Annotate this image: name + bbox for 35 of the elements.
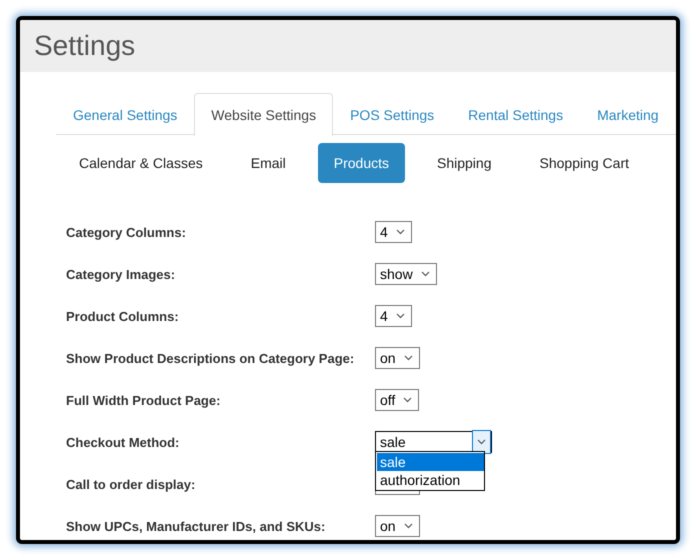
tab[interactable]: POS Settings bbox=[333, 93, 452, 135]
tab[interactable]: Website Settings bbox=[194, 93, 334, 136]
caret-icon bbox=[403, 397, 412, 403]
page-title: Settings bbox=[34, 30, 136, 62]
setting-label: Category Columns: bbox=[66, 224, 187, 240]
nav-pill[interactable]: Email bbox=[234, 143, 302, 183]
select-field[interactable]: on bbox=[375, 515, 420, 537]
nav-pill[interactable]: Shipping bbox=[421, 143, 508, 183]
setting-label: Full Width Product Page: bbox=[66, 392, 222, 408]
setting-label: Checkout Method: bbox=[66, 434, 180, 450]
dropdown-option[interactable]: sale bbox=[377, 453, 484, 471]
caret-icon bbox=[477, 439, 486, 445]
select-field[interactable]: 4 bbox=[375, 305, 412, 327]
setting-label: Product Columns: bbox=[66, 308, 180, 324]
nav-pill[interactable]: Calendar & Classes bbox=[63, 143, 219, 183]
tab[interactable]: Rental Settings bbox=[451, 93, 580, 135]
select-field[interactable]: on bbox=[375, 347, 420, 369]
tab[interactable]: Marketing bbox=[580, 93, 676, 135]
setting-label: Show UPCs, Manufacturer IDs, and SKUs: bbox=[66, 518, 326, 534]
caret-icon bbox=[396, 313, 405, 319]
select-field[interactable]: show bbox=[375, 263, 437, 285]
caret-icon bbox=[404, 523, 413, 529]
nav-pill[interactable]: Products bbox=[318, 143, 405, 183]
tab[interactable]: General Settings bbox=[56, 93, 194, 135]
caret-icon bbox=[404, 355, 413, 361]
select-field[interactable]: off bbox=[375, 389, 420, 411]
caret-icon bbox=[420, 271, 430, 277]
setting-label: Call to order display: bbox=[66, 476, 196, 492]
select-field[interactable]: sale bbox=[375, 431, 492, 453]
caret-icon bbox=[396, 229, 405, 235]
select-field[interactable]: 4 bbox=[375, 221, 412, 243]
setting-label: Show Product Descriptions on Category Page: bbox=[66, 350, 356, 366]
dropdown-option[interactable]: authorization bbox=[377, 471, 484, 489]
nav-pill[interactable]: Shopping Cart bbox=[524, 143, 646, 183]
setting-label: Category Images: bbox=[66, 266, 176, 282]
